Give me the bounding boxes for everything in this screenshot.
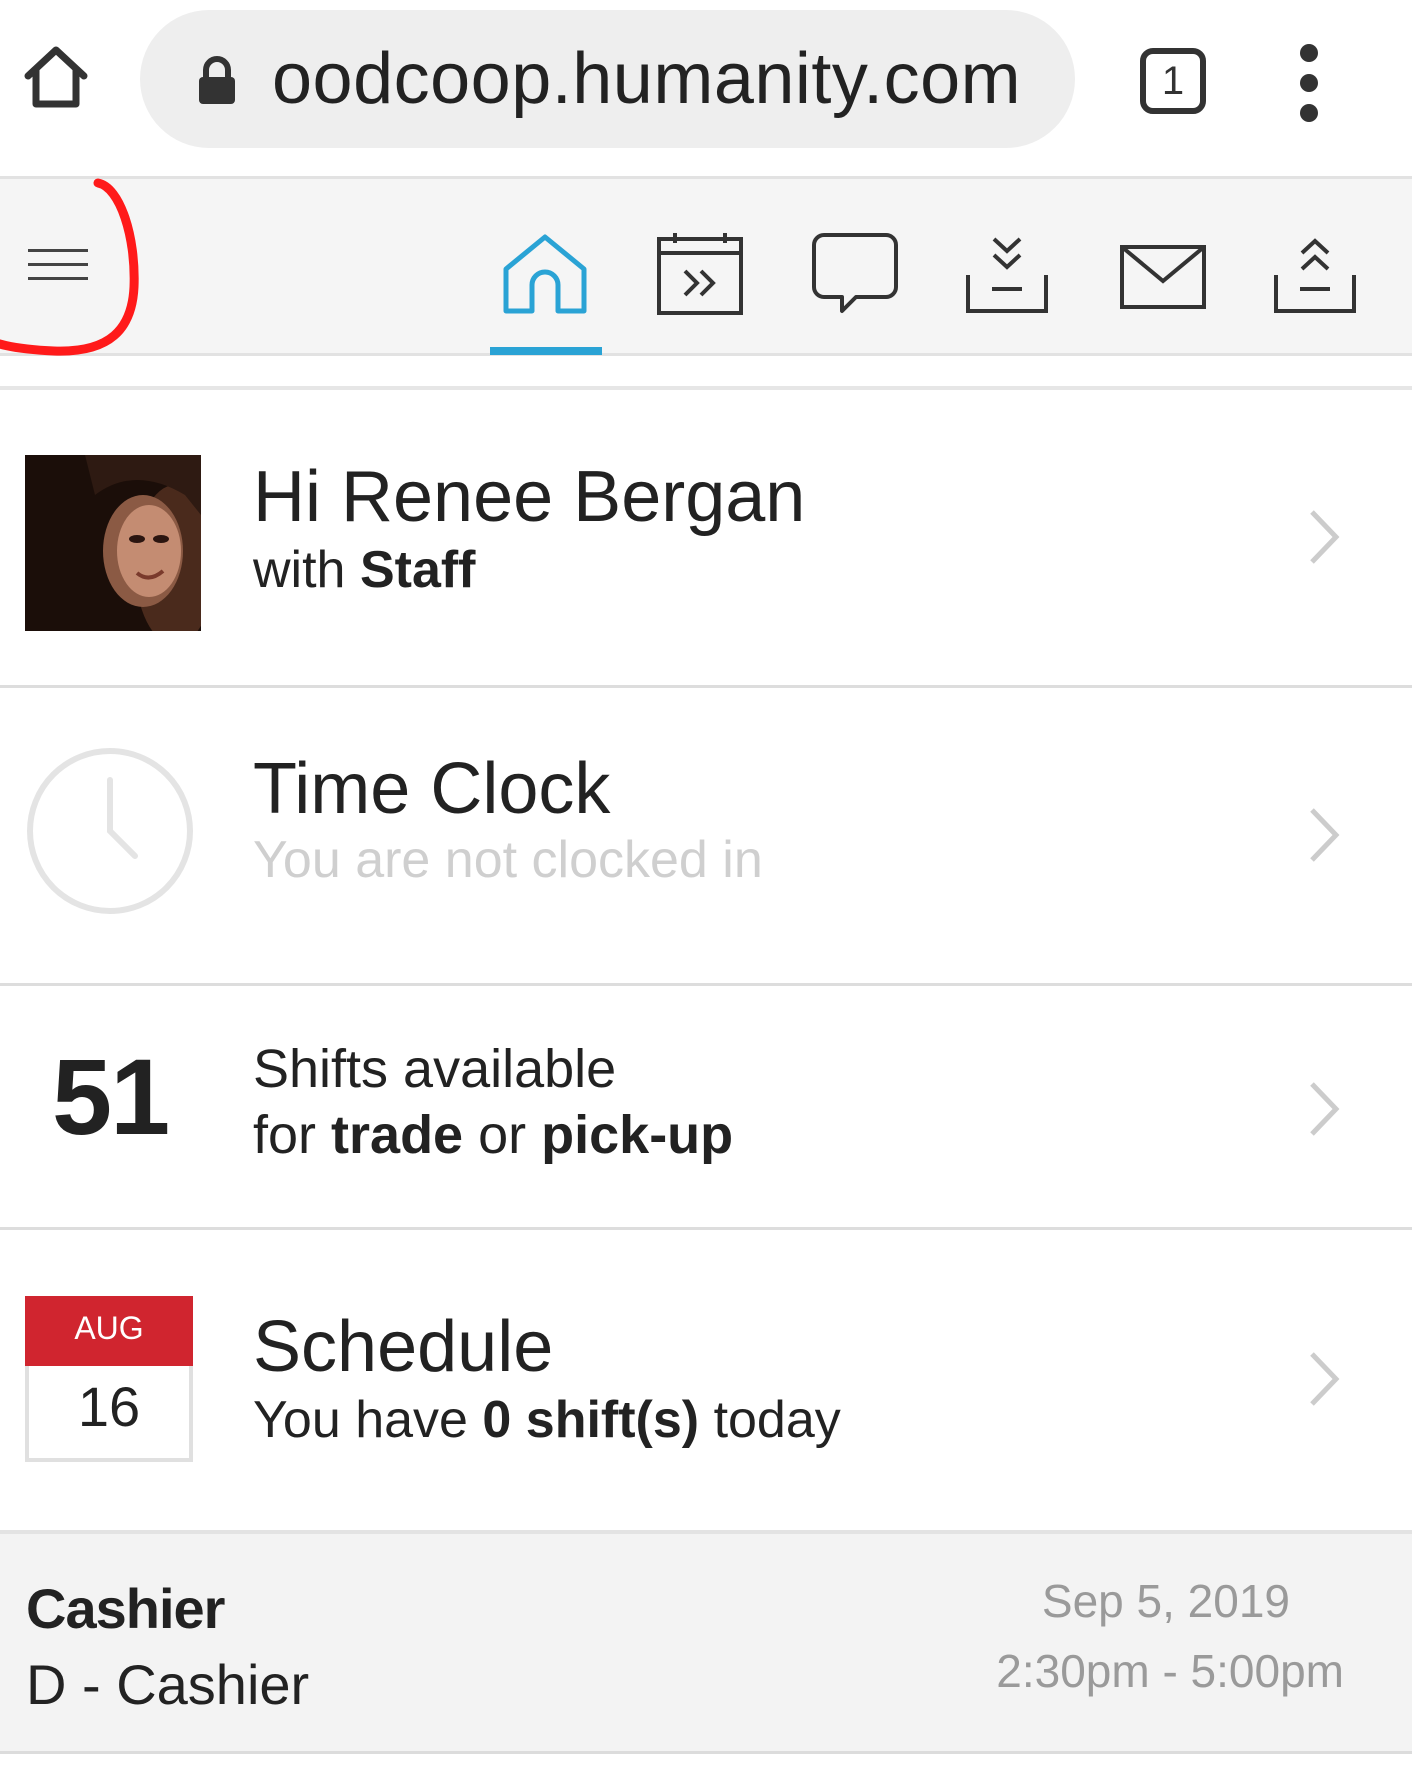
schedule-prefix: You have xyxy=(253,1391,468,1449)
trade-pickup-text: for trade or pick-up xyxy=(253,1104,733,1166)
shift-position: Cashier xyxy=(26,1577,225,1640)
with-label: with xyxy=(253,541,346,599)
page-bottom xyxy=(0,1754,1412,1783)
or-label: or xyxy=(478,1105,527,1165)
schedule-title: Schedule xyxy=(253,1307,554,1387)
clock-status: You are not clocked in xyxy=(253,831,763,889)
shift-time: 2:30pm - 5:00pm xyxy=(996,1645,1344,1697)
chevron-right-icon xyxy=(1310,1082,1340,1136)
upload-icon[interactable] xyxy=(1270,229,1360,319)
active-tab-indicator xyxy=(490,347,602,355)
lock-icon xyxy=(196,56,238,106)
group-name: Staff xyxy=(359,541,476,599)
schedule-icon[interactable] xyxy=(655,229,745,319)
for-label: for xyxy=(253,1105,317,1165)
avatar xyxy=(25,455,201,631)
calendar-day: 16 xyxy=(77,1375,141,1438)
home-icon[interactable] xyxy=(500,229,590,319)
browser-address-bar: oodcoop.humanity.com 1 xyxy=(0,0,1412,176)
shift-detail: D - Cashier xyxy=(26,1653,310,1716)
shifts-available-label: Shifts available xyxy=(253,1039,617,1099)
time-clock-title: Time Clock xyxy=(253,749,611,829)
mail-icon[interactable] xyxy=(1118,229,1208,319)
clock-icon xyxy=(25,746,195,916)
schedule-summary: You have 0 shift(s) today xyxy=(253,1390,841,1450)
schedule-suffix: today xyxy=(713,1391,841,1449)
profile-row[interactable]: Hi Renee Bergan with Staff xyxy=(0,400,1412,688)
url-text[interactable]: oodcoop.humanity.com xyxy=(272,38,1021,120)
tab-switcher-button[interactable]: 1 xyxy=(1140,48,1206,114)
app-toolbar xyxy=(0,176,1412,356)
trade-label: trade xyxy=(331,1105,464,1165)
greeting-subtitle: with Staff xyxy=(253,540,476,600)
shift-date: Sep 5, 2019 xyxy=(1041,1575,1290,1627)
browser-home-icon[interactable] xyxy=(20,40,92,112)
chevron-right-icon xyxy=(1310,808,1340,862)
download-icon[interactable] xyxy=(962,229,1052,319)
pickup-label: pick-up xyxy=(541,1105,734,1165)
schedule-row[interactable]: AUG 16 Schedule You have 0 shift(s) toda… xyxy=(0,1230,1412,1530)
messages-icon[interactable] xyxy=(810,229,900,319)
browser-menu-icon[interactable] xyxy=(1290,44,1330,124)
chevron-right-icon xyxy=(1310,1352,1340,1406)
shifts-available-row[interactable]: 51 Shifts available for trade or pick-up xyxy=(0,986,1412,1230)
red-annotation-circle xyxy=(0,178,139,356)
tab-count: 1 xyxy=(1161,58,1185,103)
calendar-icon: AUG 16 xyxy=(25,1296,193,1462)
shifts-count: 51 xyxy=(52,1036,170,1157)
shift-card[interactable]: Cashier D - Cashier Sep 5, 2019 2:30pm -… xyxy=(0,1530,1412,1754)
time-clock-row[interactable]: Time Clock You are not clocked in xyxy=(0,688,1412,986)
shift-count-text: 0 shift(s) xyxy=(482,1391,700,1449)
calendar-month: AUG xyxy=(25,1296,193,1366)
chevron-right-icon xyxy=(1310,510,1340,564)
greeting-title: Hi Renee Bergan xyxy=(253,457,806,537)
toolbar-divider xyxy=(0,356,1412,390)
